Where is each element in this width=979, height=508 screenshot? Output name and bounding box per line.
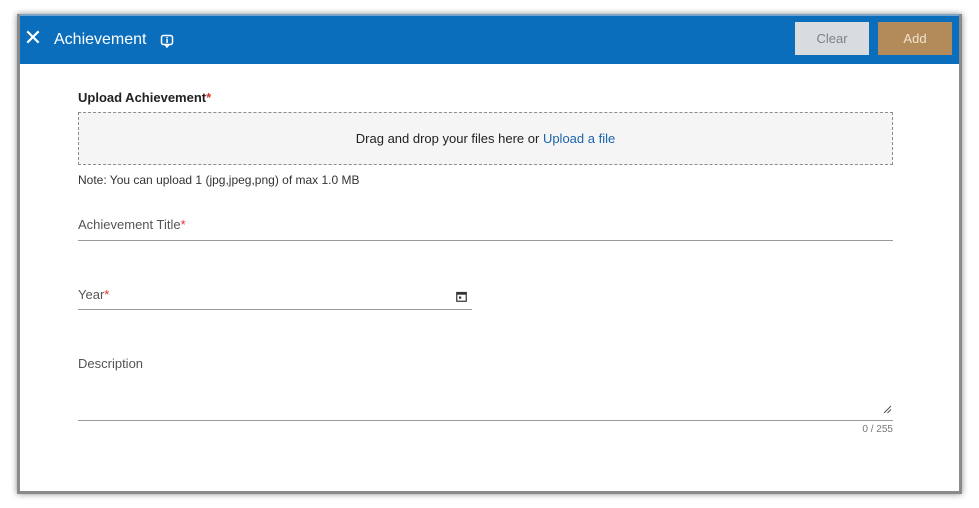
file-dropzone[interactable]: Drag and drop your files here or Upload … xyxy=(78,112,893,165)
achievement-title-label: Achievement Title* xyxy=(78,217,186,232)
dialog-header: ✕ Achievement Clear Add xyxy=(20,14,959,64)
description-underline xyxy=(78,420,893,421)
close-icon[interactable]: ✕ xyxy=(22,26,44,50)
upload-label-text: Upload Achievement xyxy=(78,90,207,105)
year-label: Year* xyxy=(78,287,109,302)
year-label-text: Year xyxy=(78,287,105,302)
required-mark: * xyxy=(206,90,212,105)
description-label: Description xyxy=(78,356,144,371)
upload-note: Note: You can upload 1 (jpg,jpeg,png) of… xyxy=(78,173,360,187)
achievement-dialog: ✕ Achievement Clear Add Upload Achieveme… xyxy=(17,14,962,494)
character-counter: 0 / 255 xyxy=(862,424,893,435)
upload-file-link[interactable]: Upload a file xyxy=(543,131,615,146)
description-textarea[interactable] xyxy=(78,350,893,420)
achievement-title-label-text: Achievement Title xyxy=(78,217,181,232)
upload-label: Upload Achievement* xyxy=(78,90,211,105)
page-frame: ✕ Achievement Clear Add Upload Achieveme… xyxy=(0,0,979,508)
achievement-title-field[interactable] xyxy=(78,210,893,240)
dropzone-text: Drag and drop your files here or xyxy=(355,131,543,146)
add-button[interactable]: Add xyxy=(878,22,952,55)
achievement-title-underline xyxy=(78,240,893,241)
year-underline xyxy=(78,309,472,310)
resize-handle-icon[interactable] xyxy=(882,404,892,414)
info-icon[interactable] xyxy=(160,34,174,48)
calendar-icon[interactable] xyxy=(456,291,467,302)
required-mark: * xyxy=(104,287,110,302)
dialog-title: Achievement xyxy=(54,31,147,48)
clear-button[interactable]: Clear xyxy=(795,22,869,55)
required-mark: * xyxy=(180,217,186,232)
year-field[interactable] xyxy=(78,280,472,310)
